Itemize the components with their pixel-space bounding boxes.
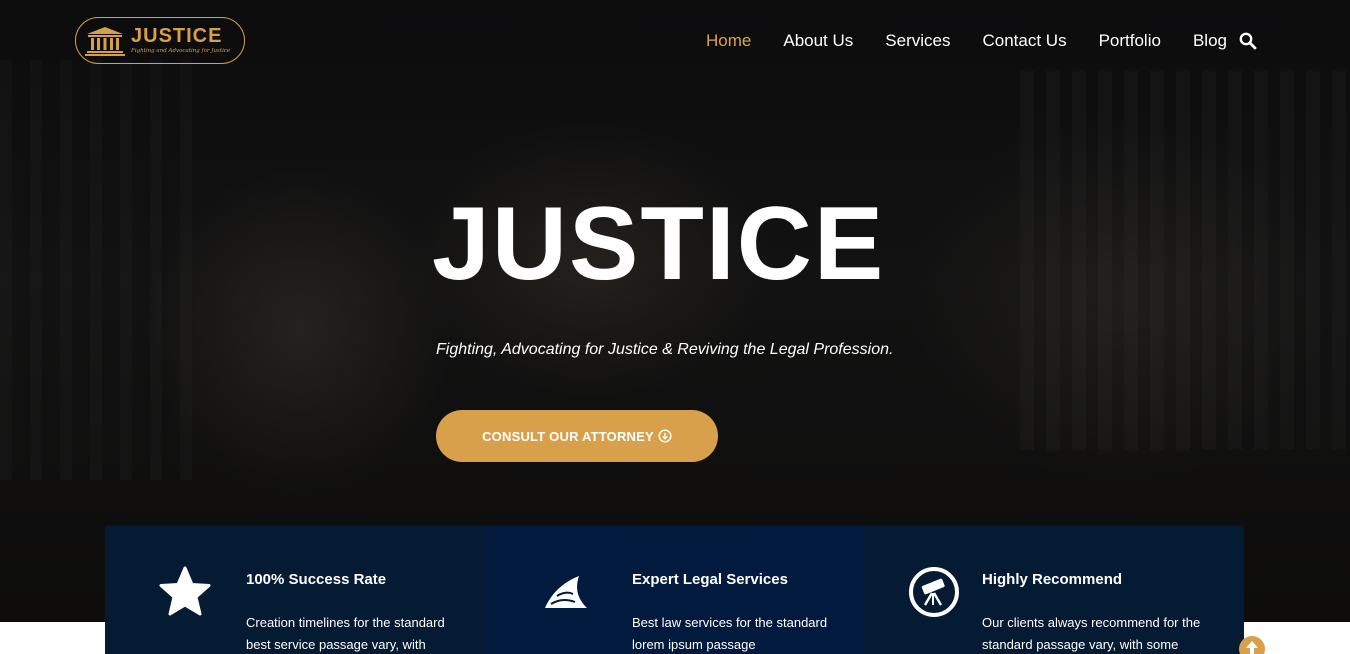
feature-text: Creation timelines for the standard best…: [246, 615, 445, 652]
arrow-up-icon: [1246, 641, 1258, 654]
nav-item-services[interactable]: Services: [885, 31, 950, 51]
feature-text: Our clients always recommend for the sta…: [982, 615, 1201, 652]
nav-item-home[interactable]: Home: [706, 31, 751, 51]
logo-title: JUSTICE: [131, 25, 223, 48]
back-to-top-button[interactable]: [1239, 636, 1265, 654]
feature-text: Best law services for the standard lorem…: [632, 615, 828, 652]
features-strip: 100% Success Rate Creation timelines for…: [105, 526, 1244, 654]
feature-title: Highly Recommend: [982, 571, 1123, 588]
feature-title: 100% Success Rate: [246, 571, 387, 588]
star-icon: [159, 566, 211, 616]
nav-item-portfolio[interactable]: Portfolio: [1099, 31, 1161, 51]
arrow-circle-down-icon: [658, 429, 672, 443]
nav-item-about-us[interactable]: About Us: [783, 31, 853, 51]
feature-card-recommend: Highly Recommend Our clients always reco…: [864, 526, 1244, 654]
nav-item-blog[interactable]: Blog: [1193, 31, 1227, 51]
courthouse-icon: [85, 26, 125, 56]
hero-title: JUSTICE: [432, 186, 886, 302]
telescope-icon: [909, 567, 959, 617]
search-icon[interactable]: [1238, 31, 1258, 51]
logo-tagline: Fighting and Advocating for Justice: [131, 48, 231, 55]
feature-card-legal-services: Expert Legal Services Best law services …: [485, 526, 864, 654]
logo-text: JUSTICE Fighting and Advocating for Just…: [131, 26, 230, 55]
main-nav: Home About Us Services Contact Us Portfo…: [706, 30, 1259, 52]
site-logo[interactable]: JUSTICE Fighting and Advocating for Just…: [75, 17, 245, 64]
background-bookshelf-left: [0, 60, 200, 480]
shark-fin-icon: [545, 576, 587, 608]
nav-item-contact-us[interactable]: Contact Us: [982, 31, 1066, 51]
cta-label: CONSULT OUR ATTORNEY: [482, 428, 654, 444]
feature-title: Expert Legal Services: [632, 571, 788, 588]
background-bookshelf: [1020, 70, 1350, 450]
feature-card-success-rate: 100% Success Rate Creation timelines for…: [105, 526, 485, 654]
hero-subtitle: Fighting, Advocating for Justice & Reviv…: [436, 341, 894, 358]
consult-attorney-button[interactable]: CONSULT OUR ATTORNEY: [436, 410, 718, 462]
